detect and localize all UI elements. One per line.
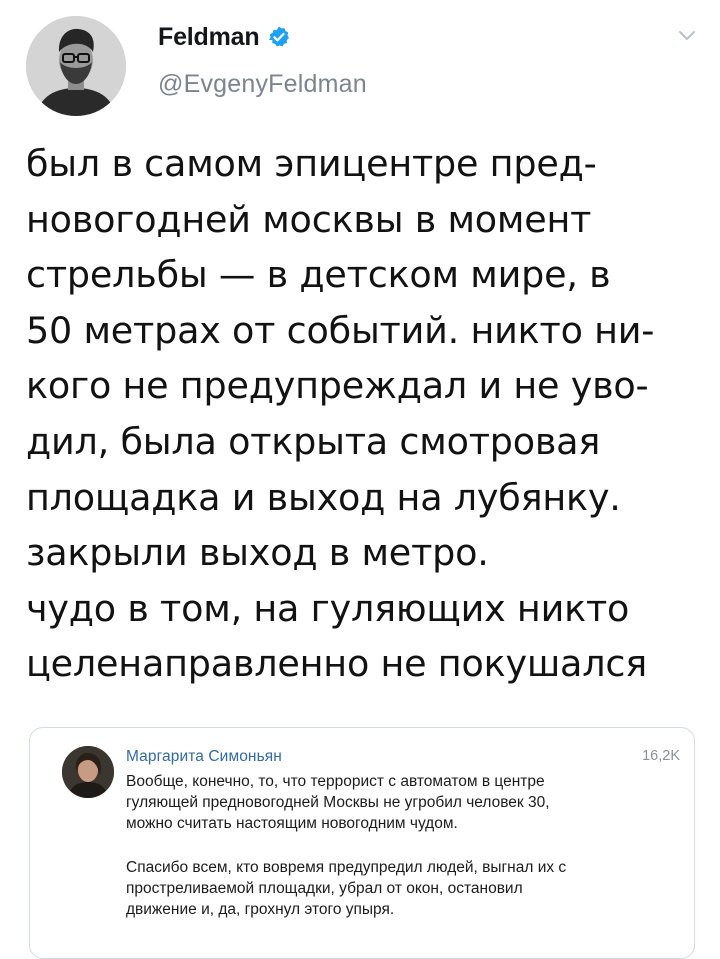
tweet-header: Feldman @EvgenyFeldman bbox=[26, 16, 706, 116]
embedded-view-count: 16,2K bbox=[642, 748, 680, 764]
verified-badge-icon bbox=[267, 25, 291, 49]
tweet-text-line: был в самом эпицентре пред- bbox=[26, 142, 597, 185]
embedded-text-line: гуляющей предновогодней Москвы не угроби… bbox=[126, 794, 550, 812]
tweet-text: был в самом эпицентре пред- новогодней м… bbox=[26, 136, 706, 692]
embedded-post-text: Вообще, конечно, то, что террорист с авт… bbox=[126, 771, 686, 920]
tweet-text-line: целенаправленно не покушался bbox=[26, 642, 647, 686]
chevron-down-icon[interactable] bbox=[676, 24, 698, 46]
embedded-text-line: Спасибо всем, кто вовремя предупредил лю… bbox=[126, 858, 567, 876]
author-names: Feldman @EvgenyFeldman bbox=[158, 20, 367, 99]
tweet-text-line: чудо в том, на гуляющих никто bbox=[26, 586, 630, 630]
embedded-text-line: Вообще, конечно, то, что террорист с авт… bbox=[126, 773, 545, 790]
embedded-author-avatar[interactable] bbox=[62, 746, 114, 798]
embedded-post-card[interactable]: Маргарита Симоньян 16,2K Вообще, конечно… bbox=[29, 727, 695, 959]
display-name-row: Feldman bbox=[158, 20, 367, 54]
embedded-text-line: можно считать настоящим новогодним чудом… bbox=[126, 815, 458, 833]
profile-avatar[interactable] bbox=[26, 16, 126, 116]
user-handle[interactable]: @EvgenyFeldman bbox=[158, 70, 367, 99]
tweet-text-line: кого не предупреждал и не уво- bbox=[26, 364, 649, 408]
avatar-portrait-icon bbox=[26, 16, 126, 116]
tweet-text-line: дил, была открыта смотровая bbox=[26, 419, 601, 463]
display-name[interactable]: Feldman bbox=[158, 23, 260, 52]
tweet-text-line: площадка и выход на лубянку. bbox=[26, 475, 621, 519]
embedded-text-line: движение и, да, грохнул этого упыря. bbox=[126, 900, 395, 918]
tweet-text-line: стрельбы — в детском мире, в bbox=[26, 253, 611, 297]
tweet-text-line: 50 метрах от событий. никто ни- bbox=[26, 308, 655, 352]
embedded-avatar-portrait-icon bbox=[62, 746, 114, 798]
embedded-author-name[interactable]: Маргарита Симоньян bbox=[126, 748, 282, 766]
embedded-text-line: простреливаемой площадки, убрал от окон,… bbox=[126, 879, 523, 897]
tweet-text-line: новогодней москвы в момент bbox=[26, 197, 592, 241]
tweet-card: Feldman @EvgenyFeldman был в самом эпице… bbox=[0, 0, 720, 959]
tweet-text-line: закрыли выход в метро. bbox=[26, 531, 489, 575]
